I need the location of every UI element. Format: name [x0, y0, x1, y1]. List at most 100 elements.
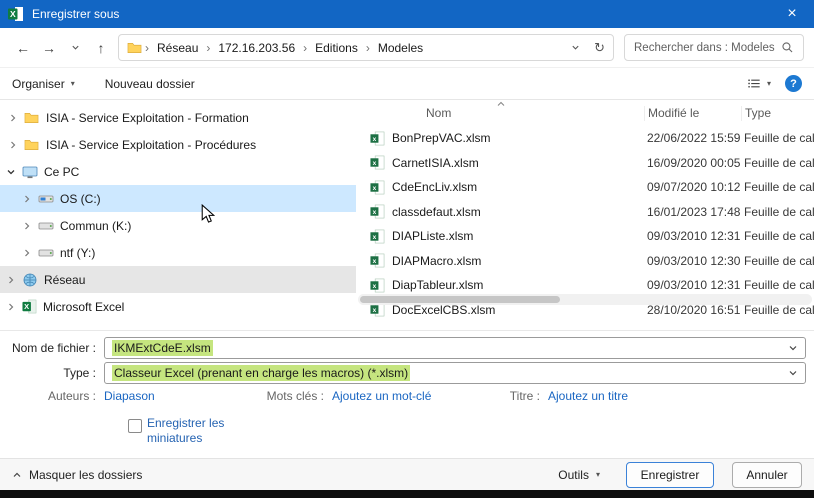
chevron-down-icon[interactable] — [788, 368, 798, 378]
sidebar-item-reseau[interactable]: Réseau — [0, 266, 356, 293]
tags-label: Mots clés : — [254, 389, 324, 403]
network-globe-icon — [22, 272, 38, 288]
save-button[interactable]: Enregistrer — [626, 462, 714, 488]
chevron-up-icon — [12, 471, 22, 479]
file-name: CarnetISIA.xlsm — [392, 156, 479, 170]
chevron-right-icon[interactable] — [8, 113, 18, 123]
chevron-right-icon[interactable] — [6, 275, 16, 285]
chevron-right-icon[interactable] — [22, 194, 32, 204]
filetype-select[interactable]: Classeur Excel (prenant en charge les ma… — [104, 362, 806, 384]
column-header-name[interactable]: Nom — [356, 106, 644, 120]
sidebar-item-microsoft-excel[interactable]: X Microsoft Excel — [0, 293, 356, 320]
file-name: DIAPListe.xlsm — [392, 229, 473, 243]
breadcrumb-item-editions[interactable]: Editions — [309, 41, 364, 55]
column-header-modified[interactable]: Modifié le — [644, 106, 741, 121]
file-row[interactable]: xclassdefaut.xlsm 16/01/2023 17:48 Feuil… — [356, 200, 814, 225]
sidebar-item-isia-formation[interactable]: ISIA - Service Exploitation - Formation — [0, 104, 356, 131]
excel-icon: X — [22, 299, 37, 314]
file-row[interactable]: xCarnetISIA.xlsm 16/09/2020 00:05 Feuill… — [356, 151, 814, 176]
folder-icon — [127, 40, 143, 56]
file-row[interactable]: xCdeEncLiv.xlsm 09/07/2020 10:12 Feuille… — [356, 175, 814, 200]
file-name: classdefaut.xlsm — [392, 205, 481, 219]
filename-label: Nom de fichier : — [0, 337, 96, 359]
title-add-link[interactable]: Ajoutez un titre — [548, 389, 628, 403]
hide-folders-button[interactable]: Masquer les dossiers — [12, 468, 142, 482]
chevron-right-icon[interactable] — [22, 221, 32, 231]
recent-locations-chevron-icon[interactable] — [62, 35, 88, 61]
xlsm-file-icon: x — [370, 180, 385, 195]
file-modified: 16/09/2020 00:05 — [644, 156, 741, 170]
organize-label: Organiser — [12, 77, 65, 91]
xlsm-file-icon: x — [370, 155, 385, 170]
address-bar[interactable]: › Réseau › 172.16.203.56 › Editions › Mo… — [118, 34, 614, 61]
chevron-down-icon[interactable] — [6, 167, 16, 177]
list-view-icon — [747, 76, 762, 91]
file-modified: 09/07/2020 10:12 — [644, 180, 741, 194]
dialog-footer: Masquer les dossiers Outils ▾ Enregistre… — [0, 458, 814, 490]
sidebar-item-label: OS (C:) — [60, 192, 101, 206]
tags-add-link[interactable]: Ajoutez un mot-clé — [332, 389, 431, 403]
navigation-bar: ← → ↑ › Réseau › 172.16.203.56 › Edition… — [0, 28, 814, 68]
sidebar-item-label: ISIA - Service Exploitation - Procédures — [46, 138, 256, 152]
breadcrumb-item-modeles[interactable]: Modeles — [372, 41, 429, 55]
command-bar: Organiser ▾ Nouveau dossier ▾ ? — [0, 68, 814, 100]
svg-text:x: x — [373, 185, 377, 192]
tools-menu-button[interactable]: Outils ▾ — [558, 468, 600, 482]
sidebar-item-ce-pc[interactable]: Ce PC — [0, 158, 356, 185]
new-folder-button[interactable]: Nouveau dossier — [105, 77, 195, 91]
authors-value[interactable]: Diapason — [104, 389, 155, 403]
forward-button[interactable]: → — [36, 35, 62, 61]
svg-text:x: x — [373, 307, 377, 314]
breadcrumb-item-reseau[interactable]: Réseau — [151, 41, 204, 55]
up-button[interactable]: ↑ — [88, 35, 114, 61]
breadcrumb-item-server[interactable]: 172.16.203.56 — [212, 41, 301, 55]
svg-text:x: x — [373, 209, 377, 216]
sidebar-item-label: ISIA - Service Exploitation - Formation — [46, 111, 249, 125]
cancel-button[interactable]: Annuler — [732, 462, 802, 488]
file-type: Feuille de calc — [741, 229, 814, 243]
chevron-down-icon: ▾ — [596, 470, 600, 479]
file-list: Nom Modifié le Type x BonPrepVAC.xlsm 22/… — [356, 100, 814, 330]
file-modified: 22/06/2022 15:59 — [644, 131, 741, 145]
refresh-icon[interactable]: ↻ — [594, 40, 605, 56]
help-icon[interactable]: ? — [785, 75, 802, 92]
sidebar-item-commun-k[interactable]: Commun (K:) — [0, 212, 356, 239]
sidebar-item-ntf-y[interactable]: ntf (Y:) — [0, 239, 356, 266]
chevron-right-icon[interactable] — [8, 140, 18, 150]
back-button[interactable]: ← — [10, 35, 36, 61]
file-row[interactable]: xDIAPListe.xlsm 09/03/2010 12:31 Feuille… — [356, 224, 814, 249]
file-list-header: Nom Modifié le Type — [356, 100, 814, 126]
sidebar-item-os-c[interactable]: OS (C:) — [0, 185, 356, 212]
file-row[interactable]: xDIAPMacro.xlsm 09/03/2010 12:30 Feuille… — [356, 249, 814, 274]
search-icon[interactable] — [781, 41, 794, 54]
file-name: BonPrepVAC.xlsm — [392, 131, 490, 145]
chevron-right-icon[interactable] — [6, 302, 16, 312]
save-as-dialog: X Enregistrer sous × ← → ↑ › Réseau › 17… — [0, 0, 814, 498]
horizontal-scrollbar[interactable] — [358, 294, 812, 305]
file-modified: 16/01/2023 17:48 — [644, 205, 741, 219]
address-dropdown-chevron-icon[interactable] — [571, 43, 580, 52]
file-modified: 09/03/2010 12:31 — [644, 229, 741, 243]
chevron-down-icon[interactable] — [788, 343, 798, 353]
chevron-right-icon[interactable] — [22, 248, 32, 258]
organize-menu-button[interactable]: Organiser ▾ — [12, 77, 75, 91]
filename-input[interactable]: IKMExtCdeE.xlsm — [104, 337, 806, 359]
file-row[interactable]: xBonPrepVAC.xlsm 22/06/2022 15:59 Feuill… — [356, 126, 814, 151]
authors-label: Auteurs : — [0, 389, 96, 403]
file-modified: 09/03/2010 12:30 — [644, 254, 741, 268]
content-area: ISIA - Service Exploitation - Formation … — [0, 100, 814, 330]
save-thumbnails-label[interactable]: Enregistrer les miniatures — [147, 416, 242, 446]
close-icon[interactable]: × — [770, 0, 814, 28]
titlebar: X Enregistrer sous × — [0, 0, 814, 28]
view-options-button[interactable]: ▾ — [747, 76, 771, 91]
scrollbar-thumb[interactable] — [360, 296, 560, 303]
save-thumbnails-checkbox[interactable] — [128, 419, 142, 433]
svg-text:x: x — [373, 136, 377, 143]
filename-value: IKMExtCdeE.xlsm — [112, 340, 213, 356]
breadcrumb-separator-icon: › — [364, 41, 372, 55]
column-header-type[interactable]: Type — [741, 106, 814, 121]
save-form: Nom de fichier : IKMExtCdeE.xlsm Type : … — [0, 330, 814, 459]
sidebar-item-isia-procedures[interactable]: ISIA - Service Exploitation - Procédures — [0, 131, 356, 158]
hide-folders-label: Masquer les dossiers — [29, 468, 142, 482]
search-box[interactable]: Rechercher dans : Modeles — [624, 34, 804, 61]
